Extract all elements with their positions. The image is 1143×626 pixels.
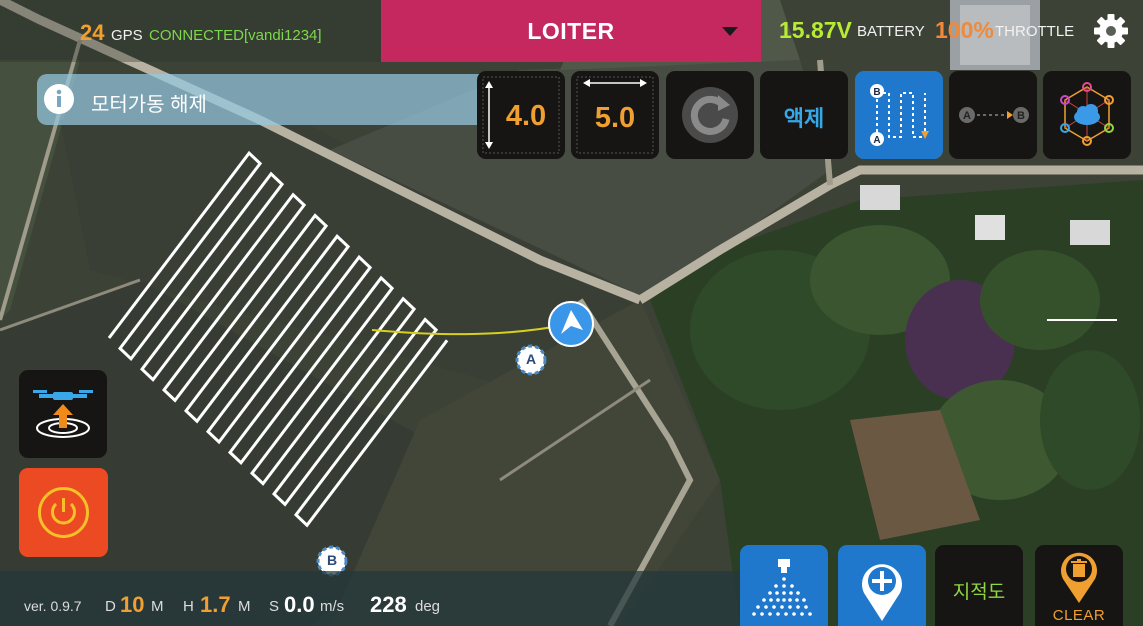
spray-type-button[interactable]: 액제 xyxy=(760,71,848,159)
spray-dot xyxy=(782,591,786,595)
spray-dot xyxy=(796,605,800,609)
flight-mode-dropdown[interactable]: LOITER xyxy=(381,0,761,62)
spray-dot xyxy=(775,591,779,595)
spray-dot xyxy=(760,612,764,616)
height-unit: M xyxy=(238,598,251,615)
spray-dot xyxy=(796,591,800,595)
takeoff-button[interactable] xyxy=(19,370,107,458)
waypoint-b-label: B xyxy=(326,552,338,568)
speed-label: S xyxy=(269,598,280,615)
spray-dot xyxy=(788,598,792,602)
clear-button[interactable]: CLEAR xyxy=(1035,545,1123,626)
cadastral-map-label: 지적도 xyxy=(952,582,1006,603)
connection-status: CONNECTED[vandi1234] xyxy=(149,27,322,44)
zigzag-route-icon: B A xyxy=(870,84,929,146)
spray-dot xyxy=(795,598,799,602)
spray-dot xyxy=(782,584,786,588)
drone-takeoff-icon xyxy=(33,390,93,438)
refresh-icon xyxy=(682,87,738,143)
spray-dot xyxy=(788,605,792,609)
info-message: 모터가동 해제 xyxy=(91,94,207,116)
throttle-value: 100% xyxy=(935,17,994,43)
speed-value: 0.0 xyxy=(284,592,315,617)
gps-label: GPS xyxy=(111,27,143,44)
spray-dot xyxy=(772,605,776,609)
height-setting-button[interactable]: 4.0 xyxy=(477,71,565,159)
add-waypoint-button[interactable] xyxy=(838,545,926,626)
waypoint-a-label: A xyxy=(525,351,537,367)
power-button[interactable] xyxy=(19,468,108,557)
spray-dot xyxy=(804,605,808,609)
battery-label: BATTERY xyxy=(857,23,925,40)
zigzag-flight-path xyxy=(107,150,449,528)
distance-value: 10 xyxy=(120,592,145,617)
info-banner: 모터가동 해제 xyxy=(37,74,482,125)
svg-text:A: A xyxy=(873,135,880,146)
height-label: H xyxy=(183,598,194,615)
flight-pass-lines xyxy=(107,150,449,528)
settings-button[interactable] xyxy=(1092,12,1130,50)
power-icon xyxy=(38,487,89,538)
heading-value: 228 xyxy=(370,592,407,617)
height-value: 1.7 xyxy=(200,592,231,617)
spray-type-label: 액제 xyxy=(783,106,825,131)
zigzag-route-button[interactable]: B A xyxy=(855,71,943,159)
drone-position-icon xyxy=(548,301,594,347)
clear-label: CLEAR xyxy=(1052,607,1106,624)
refresh-button[interactable] xyxy=(666,71,754,159)
spray-dot xyxy=(752,612,756,616)
throttle-label: THROTTLE xyxy=(995,23,1075,40)
telemetry-status-bar: ver. 0.9.7 D 10 M H 1.7 M S 0.0 m/s 228 … xyxy=(0,571,740,626)
gps-status-panel: 24 GPS CONNECTED[vandi1234] xyxy=(0,0,381,62)
spray-dot xyxy=(776,612,780,616)
svg-text:B: B xyxy=(873,87,880,98)
spray-dot xyxy=(784,612,788,616)
distance-unit: M xyxy=(151,598,164,615)
heading-unit: deg xyxy=(415,598,441,615)
spray-dot xyxy=(768,612,772,616)
distance-label: D xyxy=(105,598,116,615)
spray-dot xyxy=(808,612,812,616)
svg-text:A: A xyxy=(963,110,971,122)
gps-satellite-count: 24 xyxy=(80,20,105,45)
spray-dot xyxy=(789,591,793,595)
spray-dot xyxy=(782,577,786,581)
chevron-down-icon xyxy=(722,27,738,36)
height-value: 4.0 xyxy=(505,100,547,132)
add-waypoint-icon xyxy=(862,564,902,621)
spray-dot xyxy=(800,612,804,616)
app-version: ver. 0.9.7 xyxy=(24,598,82,614)
spray-dot xyxy=(782,598,786,602)
ab-route-icon: A B xyxy=(959,107,1029,123)
battery-voltage: 15.87V xyxy=(779,17,852,43)
width-value: 5.0 xyxy=(594,102,636,134)
spray-dot xyxy=(769,598,773,602)
ab-route-button[interactable]: A B xyxy=(949,71,1037,159)
gear-icon xyxy=(1094,14,1128,48)
spray-dot xyxy=(764,605,768,609)
spray-dot xyxy=(774,584,778,588)
info-icon xyxy=(44,84,74,114)
spray-dot xyxy=(756,605,760,609)
spray-icon xyxy=(752,559,812,616)
width-setting-button[interactable]: 5.0 xyxy=(571,71,659,159)
spray-dot xyxy=(768,591,772,595)
flight-mode-label: LOITER xyxy=(527,18,615,44)
cloud-network-button[interactable] xyxy=(1043,71,1131,159)
cadastral-map-button[interactable]: 지적도 xyxy=(935,545,1023,626)
waypoint-a-marker[interactable]: A xyxy=(515,344,547,376)
spray-dot xyxy=(776,598,780,602)
svg-text:B: B xyxy=(1017,110,1025,122)
spray-dot xyxy=(762,598,766,602)
speed-unit: m/s xyxy=(320,598,345,615)
spray-dot xyxy=(802,598,806,602)
spray-dot xyxy=(780,605,784,609)
cloud-network-icon xyxy=(1060,82,1114,146)
spray-dot xyxy=(792,612,796,616)
spray-dot xyxy=(790,584,794,588)
spray-button[interactable] xyxy=(740,545,828,626)
